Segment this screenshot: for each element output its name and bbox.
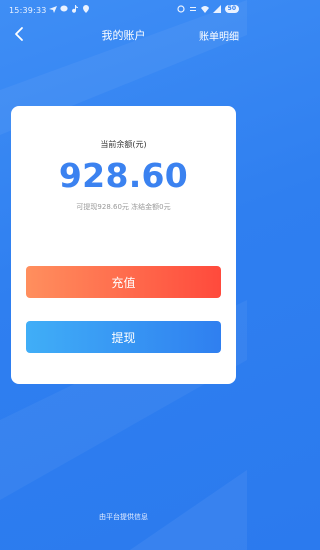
footer-note: 由平台提供信息 (99, 513, 148, 521)
wifi-icon (200, 6, 209, 13)
system-icons: 50 (177, 5, 239, 13)
bill-details-link[interactable]: 账单明细 (199, 28, 239, 43)
status-time: 15:39:33 (9, 6, 47, 15)
recharge-button[interactable]: 充值 (26, 266, 221, 298)
battery-indicator: 50 (224, 5, 239, 13)
balance-detail: 可提现928.60元 冻结金额0元 (76, 203, 171, 211)
network-speed-icon (189, 7, 196, 11)
nav-bar: 我的账户 账单明细 (0, 22, 247, 46)
withdraw-button[interactable]: 提现 (26, 321, 221, 353)
alarm-icon (177, 5, 185, 13)
status-bar: 15:39:33 50 (0, 0, 247, 22)
signal-icon (212, 5, 221, 13)
location-icon (83, 5, 89, 13)
balance-amount: 928.60 (58, 156, 189, 195)
music-icon (72, 5, 78, 13)
send-icon (49, 6, 57, 13)
balance-label: 当前余额(元) (100, 140, 147, 149)
chat-icon (60, 5, 68, 12)
notification-icons (49, 5, 90, 13)
balance-card: 当前余额(元) 928.60 可提现928.60元 冻结金额0元 充值 提现 (11, 106, 236, 384)
